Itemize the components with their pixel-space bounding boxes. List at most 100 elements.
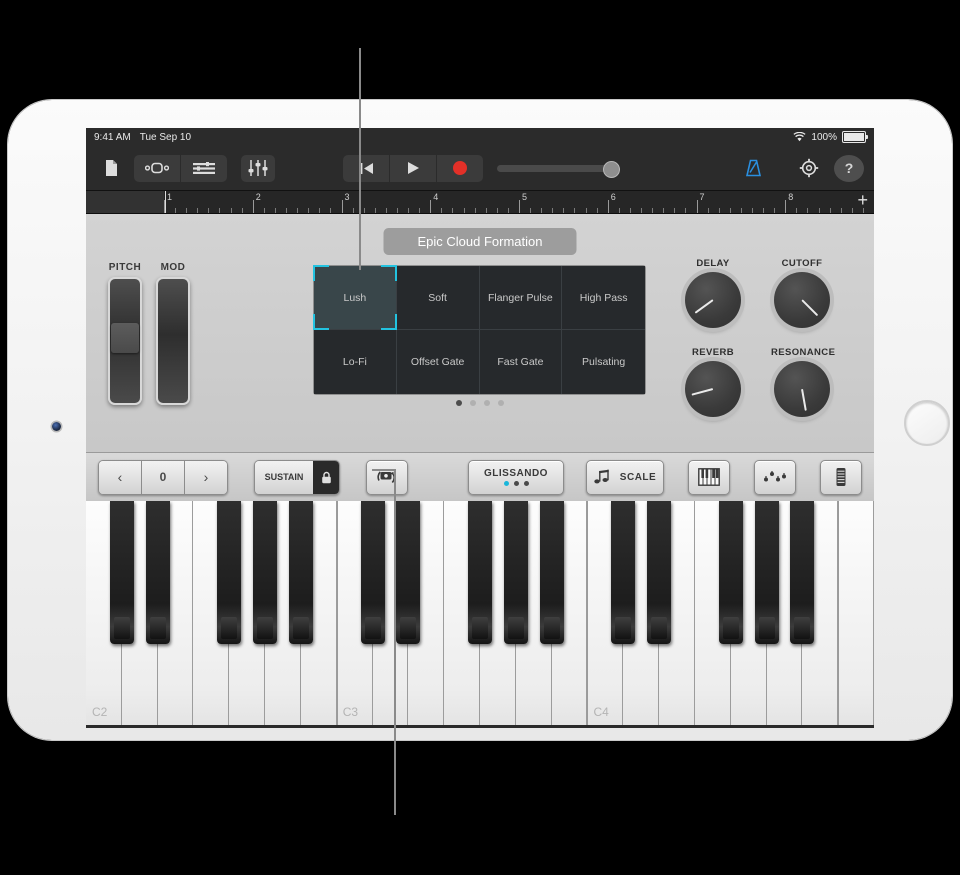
ruler-tick-minor: [319, 208, 321, 213]
glissando-dot[interactable]: [503, 481, 509, 486]
piano-keys-icon[interactable]: [688, 459, 730, 495]
scale-button[interactable]: SCALE: [586, 459, 664, 495]
track-view-icon[interactable]: [134, 154, 181, 182]
preset-cell-soft[interactable]: Soft: [396, 266, 480, 330]
patch-name[interactable]: Epic Cloud Formation: [383, 228, 577, 255]
document-icon[interactable]: [96, 155, 126, 182]
octave-up-button[interactable]: ›: [185, 460, 227, 494]
status-bar: 9:41 AM Tue Sep 10 100%: [86, 128, 874, 146]
piano-black-key[interactable]: [718, 501, 743, 644]
glissando-dot[interactable]: [513, 481, 519, 486]
ruler-bar-number: 2: [255, 192, 261, 202]
mod-wheel[interactable]: MOD: [156, 262, 190, 405]
piano-black-key[interactable]: [754, 501, 779, 644]
glissando-button[interactable]: GLISSANDO: [468, 459, 564, 495]
playhead[interactable]: [165, 191, 166, 213]
piano-black-key[interactable]: [539, 501, 564, 644]
reverb-knob[interactable]: REVERB: [682, 347, 744, 417]
sustain-button[interactable]: SUSTAIN: [255, 460, 313, 494]
ruler-tick: [785, 200, 787, 213]
page-dot[interactable]: [456, 400, 462, 406]
gear-icon[interactable]: [794, 155, 824, 182]
rewind-icon[interactable]: [343, 154, 390, 182]
play-icon[interactable]: [390, 154, 437, 182]
piano-black-key[interactable]: [288, 501, 313, 644]
master-volume-slider[interactable]: [497, 160, 620, 178]
piano-keyboard[interactable]: C2 C3 C4: [86, 501, 874, 728]
octave-label: C3: [342, 705, 359, 719]
ipad-screen: 9:41 AM Tue Sep 10 100% ? + 1 2 3 4 5 6 …: [86, 128, 874, 728]
piano-black-key[interactable]: [253, 501, 278, 644]
ruler-bar-number: 6: [610, 192, 616, 202]
pitch-wheel[interactable]: PITCH: [108, 262, 142, 405]
cutoff-knob[interactable]: CUTOFF: [771, 258, 833, 328]
preset-cell-lush[interactable]: Lush: [313, 265, 397, 330]
keyboard-size-icon[interactable]: [820, 459, 862, 495]
pitch-wheel-label: PITCH: [108, 262, 142, 273]
ruler-tick-minor: [751, 208, 753, 213]
add-track-button[interactable]: +: [857, 191, 868, 209]
preset-page-dots[interactable]: [456, 400, 504, 406]
resonance-knob-label: RESONANCE: [771, 347, 836, 358]
rotate-keyboard-icon[interactable]: [366, 459, 408, 495]
ruler-tick: [252, 200, 254, 213]
piano-black-key[interactable]: [611, 501, 636, 644]
piano-white-key[interactable]: [838, 501, 874, 728]
delay-knob-label: DELAY: [696, 258, 730, 269]
ruler-tick-minor: [330, 208, 332, 213]
ruler-bars[interactable]: + 1 2 3 4 5 6 7 8: [164, 191, 874, 213]
volume-knob[interactable]: [603, 160, 620, 178]
view-switcher: [134, 154, 227, 182]
octave-down-button[interactable]: ‹: [99, 460, 142, 494]
keyboard-control-bar: ‹ 0 › SUSTAIN GLISSANDO SCALE: [86, 452, 874, 501]
page-dot[interactable]: [470, 400, 476, 406]
help-button[interactable]: ?: [834, 154, 864, 182]
piano-black-key[interactable]: [790, 501, 815, 644]
ruler-bar-number: 4: [433, 192, 439, 202]
glissando-dot[interactable]: [523, 481, 529, 486]
ruler-tick-minor: [530, 208, 532, 213]
piano-black-key[interactable]: [647, 501, 672, 644]
ruler-head: [86, 191, 164, 213]
list-view-icon[interactable]: [181, 155, 227, 182]
piano-black-key[interactable]: [217, 501, 242, 644]
piano-black-key[interactable]: [503, 501, 528, 644]
ruler-bar-number: 3: [344, 192, 350, 202]
preset-cell-offset-gate[interactable]: Offset Gate: [396, 330, 480, 394]
piano-black-key[interactable]: [360, 501, 385, 644]
piano-black-key[interactable]: [396, 501, 421, 644]
record-icon[interactable]: [437, 155, 483, 182]
octave-divider: [838, 501, 840, 728]
arpeggio-notes-icon[interactable]: [754, 459, 796, 495]
ruler-tick-minor: [241, 208, 243, 213]
glissando-label: GLISSANDO: [484, 468, 548, 479]
piano-black-key[interactable]: [468, 501, 492, 644]
resonance-knob[interactable]: RESONANCE: [771, 347, 836, 417]
pitch-wheel-thumb[interactable]: [111, 323, 139, 353]
ruler-tick: [696, 200, 698, 213]
lock-icon[interactable]: [313, 460, 339, 494]
ipad-device-frame: 9:41 AM Tue Sep 10 100% ? + 1 2 3 4 5 6 …: [8, 100, 952, 740]
preset-cell-fast-gate[interactable]: Fast Gate: [479, 330, 563, 394]
page-dot[interactable]: [498, 400, 504, 406]
ruler-tick-minor: [452, 208, 454, 213]
piano-black-key[interactable]: [145, 501, 170, 644]
preset-cell-high-pass[interactable]: High Pass: [562, 266, 645, 330]
ruler-bar-number: 1: [167, 192, 173, 202]
mixer-sliders-icon[interactable]: [241, 154, 275, 182]
metronome-icon[interactable]: [738, 155, 768, 182]
page-dot[interactable]: [484, 400, 490, 406]
ruler-tick-minor: [507, 208, 509, 213]
octave-label: C2: [92, 705, 108, 719]
ruler-tick-minor: [685, 208, 687, 213]
preset-cell-lo-fi[interactable]: Lo-Fi: [314, 330, 397, 394]
preset-cell-pulsating[interactable]: Pulsating: [562, 330, 645, 394]
home-button[interactable]: [904, 400, 950, 446]
callout-line-arpeggiator-horizontal: [372, 469, 396, 471]
ruler-tick-minor: [286, 208, 288, 213]
delay-knob[interactable]: DELAY: [682, 258, 744, 328]
piano-black-key[interactable]: [109, 501, 134, 644]
ruler-tick-minor: [396, 208, 398, 213]
ruler-tick-minor: [563, 208, 565, 213]
preset-cell-flanger-pulse[interactable]: Flanger Pulse: [479, 266, 563, 330]
